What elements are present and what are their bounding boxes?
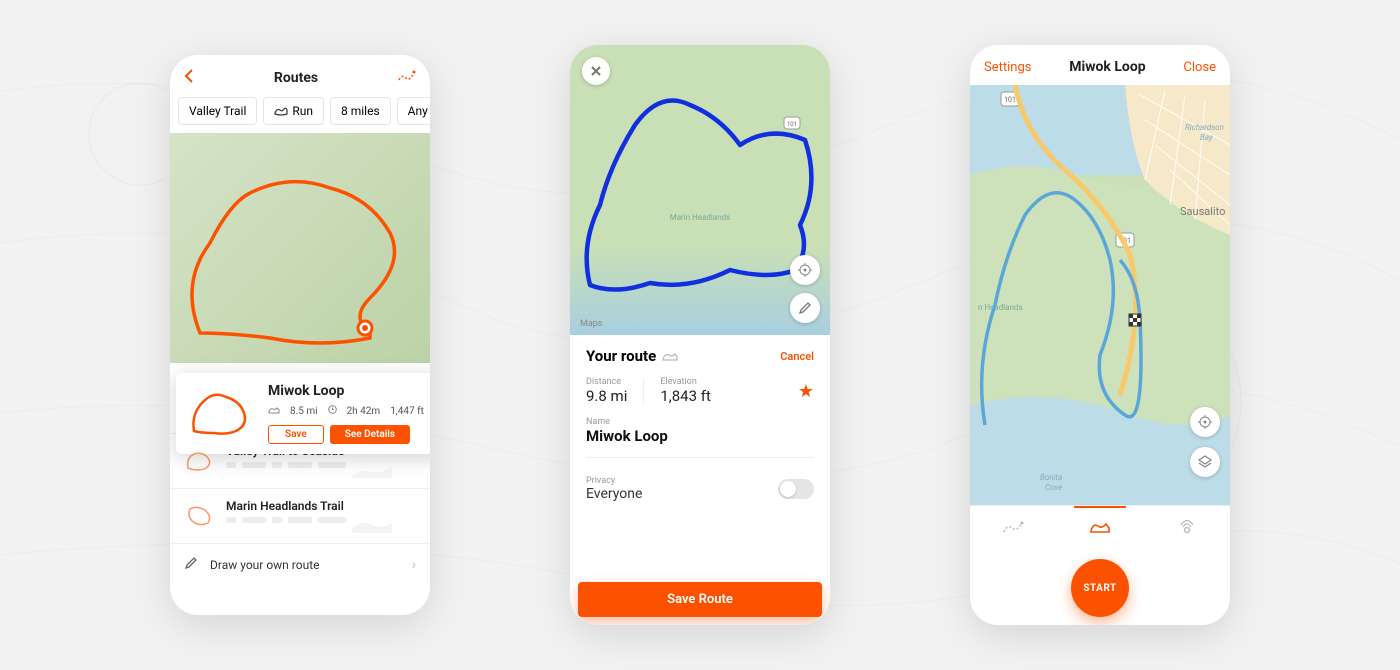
pencil-icon [798, 301, 812, 315]
close-link[interactable]: Close [1183, 60, 1216, 75]
route-stats: 8.5 mi 2h 42m 1,447 ft [268, 403, 430, 419]
back-icon[interactable] [184, 69, 194, 87]
start-button[interactable]: START [1071, 559, 1129, 617]
svg-text:101: 101 [1004, 96, 1016, 104]
header: Settings Miwok Loop Close [970, 45, 1230, 85]
record-map[interactable]: Sausalito Richardson Bay n Headlands Bon… [970, 85, 1230, 505]
tab-activity[interactable] [1057, 506, 1144, 547]
filter-bar: Valley Trail Run 8 miles Any E [170, 97, 430, 133]
map-label-headlands: n Headlands [978, 303, 1023, 312]
save-route-button[interactable]: Save Route [578, 582, 822, 617]
map-label-bonita: Bonita [1040, 473, 1062, 482]
route-mini-thumb [184, 503, 216, 529]
phone-routes: Routes Valley Trail Run 8 miles Any E Mi… [170, 55, 430, 615]
filter-valley-trail[interactable]: Valley Trail [178, 97, 257, 125]
route-path: Marin Headlands 101 [570, 45, 830, 335]
svg-text:101: 101 [787, 121, 797, 128]
route-map[interactable] [170, 133, 430, 363]
elevation-sparkline [352, 517, 392, 533]
tab-beacon[interactable] [1143, 506, 1230, 547]
close-icon [590, 65, 602, 77]
svg-text:Bay: Bay [1200, 133, 1213, 142]
route-settings-icon[interactable] [398, 69, 416, 87]
route-mini-thumb [184, 448, 216, 474]
list-item[interactable]: Marin Headlands Trail [170, 488, 430, 543]
route-title: Miwok Loop [268, 383, 430, 399]
route-duration: 2h 42m [347, 406, 381, 417]
name-field[interactable]: Name Miwok Loop [586, 417, 814, 445]
page-title: Routes [274, 70, 318, 86]
clock-icon [328, 405, 337, 417]
route-thumbnail [186, 383, 256, 443]
shoe-icon [268, 406, 280, 417]
shoe-icon [1089, 520, 1111, 534]
maps-attribution: Maps [578, 319, 602, 329]
filter-elevation[interactable]: Any E [397, 97, 430, 125]
map-label-richardson: Richardson [1185, 123, 1224, 132]
pencil-icon [184, 556, 198, 573]
route-editor-map[interactable]: Marin Headlands 101 Maps [570, 45, 830, 335]
filter-distance[interactable]: 8 miles [330, 97, 391, 125]
run-icon [274, 106, 288, 116]
stat-distance: Distance 9.8 mi [586, 377, 627, 405]
svg-text:Cove: Cove [1045, 483, 1062, 492]
see-details-button[interactable]: See Details [330, 425, 410, 444]
elevation-sparkline [352, 462, 392, 478]
draw-route-row[interactable]: Draw your own route › [170, 543, 430, 585]
beacon-icon [1177, 518, 1197, 536]
stat-elevation: Elevation 1,843 ft [660, 377, 711, 405]
chevron-right-icon: › [412, 557, 416, 573]
locate-me-button[interactable] [1190, 407, 1220, 437]
finish-flag-icon [1129, 314, 1141, 326]
edit-route-button[interactable] [790, 293, 820, 323]
map-label: Marin Headlands [670, 213, 731, 222]
map-label-sausalito: Sausalito [1180, 205, 1225, 218]
record-tabbar [970, 505, 1230, 547]
shoe-icon [662, 351, 678, 361]
close-map-button[interactable] [582, 57, 610, 85]
tab-route[interactable] [970, 506, 1057, 547]
page-title: Miwok Loop [1069, 59, 1145, 75]
route-icon [1002, 519, 1024, 535]
save-button[interactable]: Save [268, 425, 324, 444]
layers-icon [1197, 454, 1213, 470]
locate-icon [1197, 414, 1213, 430]
layers-button[interactable] [1190, 447, 1220, 477]
route-distance: 8.5 mi [290, 406, 318, 417]
locate-me-button[interactable] [790, 255, 820, 285]
header: Routes [170, 55, 430, 97]
privacy-toggle[interactable] [778, 479, 814, 499]
locate-icon [797, 262, 813, 278]
cancel-button[interactable]: Cancel [780, 350, 814, 363]
route-name: Marin Headlands Trail [226, 499, 416, 513]
favorite-icon[interactable]: ★ [798, 381, 814, 402]
route-card[interactable]: Miwok Loop 8.5 mi 2h 42m 1,447 ft Save S… [176, 373, 430, 454]
phone-record: Settings Miwok Loop Close Sausalito Rich… [970, 45, 1230, 625]
filter-run[interactable]: Run [263, 97, 324, 125]
settings-link[interactable]: Settings [984, 60, 1031, 75]
map-svg: Sausalito Richardson Bay n Headlands Bon… [970, 85, 1230, 505]
route-elevation: 1,447 ft [390, 406, 424, 417]
route-panel: Your route Cancel Distance 9.8 mi Elevat… [570, 335, 830, 582]
panel-title: Your route [586, 347, 678, 365]
route-path [170, 133, 430, 363]
draw-route-label: Draw your own route [210, 558, 319, 572]
privacy-field: Privacy Everyone [586, 476, 642, 502]
phone-your-route: Marin Headlands 101 Maps Your route [570, 45, 830, 625]
